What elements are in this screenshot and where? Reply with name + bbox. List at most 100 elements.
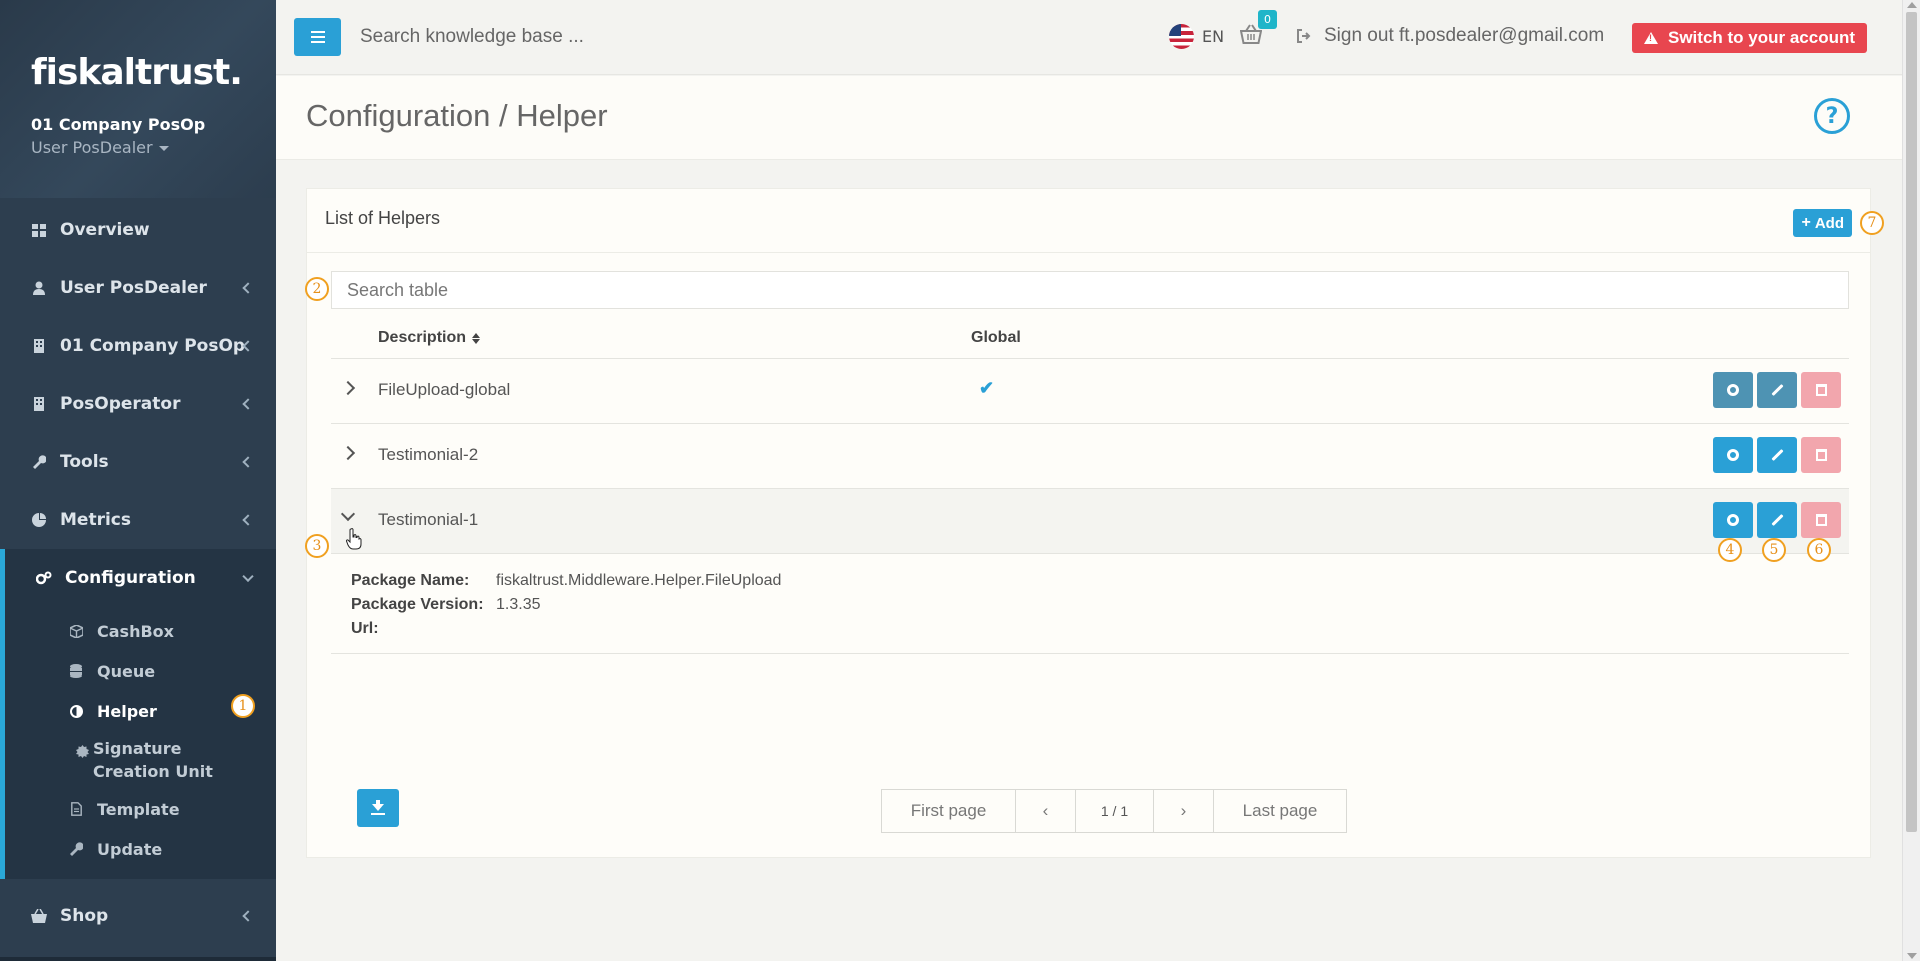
- chevron-down-icon[interactable]: [340, 506, 356, 522]
- file-icon: [69, 802, 83, 816]
- sidebar-item-label: User PosDealer: [60, 278, 207, 298]
- chevron-right-icon[interactable]: [340, 445, 356, 461]
- sidebar-item-label: Tools: [60, 452, 109, 472]
- sidebar-subitem-update[interactable]: Update: [5, 829, 276, 869]
- knowledge-base-search-input[interactable]: [360, 18, 880, 56]
- switch-account-button[interactable]: Switch to your account: [1632, 23, 1868, 53]
- settings-button[interactable]: [1713, 372, 1753, 408]
- sidebar-subitem-cashbox[interactable]: CashBox: [5, 611, 276, 651]
- cart-button[interactable]: 0: [1239, 10, 1277, 50]
- help-icon[interactable]: ?: [1814, 98, 1850, 134]
- cart-count-badge: 0: [1258, 10, 1277, 29]
- sidebar-subitem-label: Update: [97, 839, 163, 859]
- edit-button[interactable]: [1757, 372, 1797, 408]
- annotation-marker-7: 7: [1860, 211, 1884, 235]
- sidebar-subitem-scu[interactable]: Signature Creation Unit: [5, 731, 276, 789]
- database-icon: [69, 664, 83, 678]
- sidebar-subitem-queue[interactable]: Queue: [5, 651, 276, 691]
- caret-down-icon: [158, 146, 169, 151]
- detail-label: Url:: [351, 620, 379, 637]
- sidebar-item-label: PosOperator: [60, 394, 181, 414]
- chevron-left-icon: [242, 398, 254, 410]
- sort-icon: [472, 332, 481, 344]
- hamburger-icon: [310, 31, 325, 33]
- menu-toggle-button[interactable]: [294, 18, 341, 56]
- gear-icon: [1727, 384, 1739, 396]
- row-actions: [1713, 437, 1841, 473]
- description-column-header[interactable]: Description: [378, 329, 481, 347]
- table-header: Description Global: [331, 317, 1849, 359]
- certificate-icon: [75, 744, 89, 758]
- sign-out-icon: [1297, 29, 1311, 43]
- sidebar-item-user[interactable]: User PosDealer: [0, 259, 276, 317]
- page-indicator: 1 / 1: [1076, 790, 1154, 832]
- package-name-row: Package Name: fiskaltrust.Middleware.Hel…: [351, 572, 781, 590]
- card-title: List of Helpers: [325, 208, 441, 228]
- basket-icon: [30, 908, 48, 924]
- package-version-row: Package Version: 1.3.35: [351, 596, 540, 614]
- scroll-thumb[interactable]: [1906, 12, 1917, 832]
- global-column-header: Global: [971, 329, 1021, 346]
- sign-out-link[interactable]: Sign out ft.posdealer@gmail.com: [1296, 25, 1604, 47]
- sidebar-item-configuration[interactable]: Configuration: [0, 549, 276, 607]
- warning-icon: [1644, 32, 1658, 44]
- sidebar-item-company[interactable]: 01 Company PosOp: [0, 317, 276, 375]
- settings-button[interactable]: [1713, 437, 1753, 473]
- trash-icon: [1815, 449, 1827, 461]
- trash-icon: [1815, 514, 1827, 526]
- annotation-marker-4: 4: [1718, 538, 1742, 562]
- row-actions: [1713, 372, 1841, 408]
- row-details: Package Name: fiskaltrust.Middleware.Hel…: [331, 554, 1849, 654]
- row-actions: [1713, 502, 1841, 538]
- package-name-value: fiskaltrust.Middleware.Helper.FileUpload: [496, 572, 782, 589]
- delete-button[interactable]: [1801, 372, 1841, 408]
- helpers-card: List of Helpers + Add Description Global…: [306, 188, 1871, 858]
- annotation-marker-1: 1: [231, 694, 255, 718]
- fiskaltrust-logo[interactable]: fiskaltrust.: [31, 52, 276, 93]
- hand-cursor-icon: [346, 528, 362, 550]
- last-page-button[interactable]: Last page: [1214, 790, 1346, 832]
- settings-button[interactable]: [1713, 502, 1753, 538]
- language-selector[interactable]: EN: [1169, 24, 1224, 49]
- add-helper-button[interactable]: + Add: [1793, 209, 1852, 237]
- table-row: Testimonial-1: [331, 489, 1849, 554]
- page-title: Configuration / Helper: [306, 98, 608, 133]
- edit-button[interactable]: [1757, 437, 1797, 473]
- chevron-right-icon[interactable]: [340, 380, 356, 396]
- check-icon: ✔: [979, 378, 995, 398]
- sidebar-item-shop[interactable]: Shop: [0, 887, 276, 945]
- scroll-down-icon[interactable]: [1907, 953, 1917, 959]
- table-row: FileUpload-global ✔: [331, 359, 1849, 424]
- delete-button[interactable]: [1801, 437, 1841, 473]
- next-page-button[interactable]: ›: [1154, 790, 1214, 832]
- scroll-up-icon[interactable]: [1907, 2, 1917, 8]
- edit-button[interactable]: [1757, 502, 1797, 538]
- sidebar-subitem-label: CashBox: [97, 621, 174, 641]
- table-search-input[interactable]: [331, 271, 1849, 309]
- annotation-marker-5: 5: [1762, 538, 1786, 562]
- sidebar-subitem-label: Template: [97, 799, 180, 819]
- page-scrollbar[interactable]: [1902, 0, 1920, 961]
- gears-icon: [35, 570, 53, 586]
- previous-page-button[interactable]: ‹: [1016, 790, 1076, 832]
- sidebar-item-metrics[interactable]: Metrics: [0, 491, 276, 549]
- download-button[interactable]: [357, 789, 399, 827]
- annotation-marker-6: 6: [1807, 538, 1831, 562]
- card-header: List of Helpers + Add: [307, 189, 1870, 253]
- dashboard-icon: [30, 222, 48, 238]
- chevron-left-icon: [242, 456, 254, 468]
- delete-button[interactable]: [1801, 502, 1841, 538]
- sidebar-item-label: Overview: [60, 220, 150, 240]
- pencil-icon: [1770, 448, 1784, 462]
- gear-icon: [1727, 449, 1739, 461]
- sidebar-item-posoperator[interactable]: PosOperator: [0, 375, 276, 433]
- sidebar-brand: fiskaltrust. 01 Company PosOp User PosDe…: [0, 0, 276, 198]
- sidebar-subitem-template[interactable]: Template: [5, 789, 276, 829]
- column-label: Description: [378, 329, 467, 346]
- pagination: First page ‹ 1 / 1 › Last page: [881, 789, 1347, 833]
- user-dropdown[interactable]: User PosDealer: [31, 138, 276, 157]
- first-page-button[interactable]: First page: [882, 790, 1016, 832]
- url-row: Url:: [351, 620, 496, 638]
- sidebar-item-tools[interactable]: Tools: [0, 433, 276, 491]
- sidebar-item-overview[interactable]: Overview: [0, 201, 276, 259]
